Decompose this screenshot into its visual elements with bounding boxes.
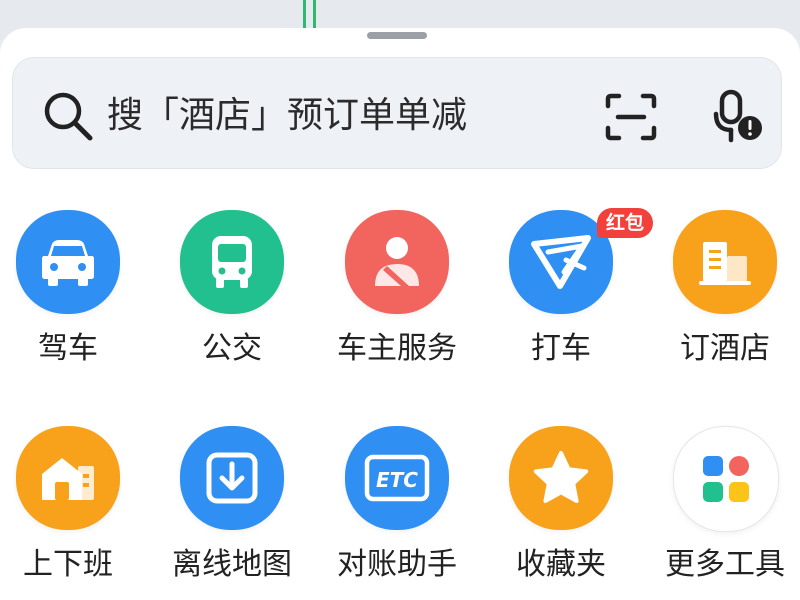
grid-icon [703, 456, 749, 502]
etc-icon-text: ETC [376, 468, 418, 492]
tool-commute-tile[interactable] [16, 426, 120, 530]
tool-commute[interactable]: 上下班 [0, 426, 148, 596]
tool-etc-assistant[interactable]: ETC 对账助手 [317, 426, 477, 596]
tool-offline-map-label: 离线地图 [172, 547, 292, 582]
tool-offline-map-tile[interactable] [180, 426, 284, 530]
scan-icon[interactable] [604, 92, 658, 142]
search-icon [40, 88, 96, 144]
tool-hotel[interactable]: 订酒店 [645, 210, 800, 380]
tool-favorites-tile[interactable] [509, 426, 613, 530]
tool-more-tools-label: 更多工具 [665, 547, 785, 582]
tool-bus-label: 公交 [202, 331, 262, 366]
tool-favorites-label: 收藏夹 [516, 547, 606, 582]
search-input[interactable] [107, 93, 567, 139]
person-icon [375, 237, 419, 286]
tool-etc-assistant-label: 对账助手 [337, 547, 457, 582]
tool-taxi[interactable]: 红包 打车 [481, 208, 654, 380]
tool-owner-service-label: 车主服务 [337, 331, 457, 366]
tool-favorites[interactable]: 收藏夹 [481, 426, 641, 596]
taxi-icon [531, 235, 591, 289]
star-icon [533, 451, 589, 503]
car-icon [42, 240, 94, 286]
tool-etc-assistant-tile[interactable]: ETC [345, 426, 449, 530]
tool-drive[interactable]: 驾车 [0, 210, 148, 380]
tool-more-tools[interactable]: 更多工具 [645, 426, 800, 596]
drag-handle[interactable] [367, 32, 427, 39]
home-icon [42, 458, 94, 500]
etc-icon: ETC [364, 454, 430, 502]
building-icon [699, 242, 751, 285]
download-icon [206, 452, 258, 504]
tool-hotel-tile[interactable] [673, 210, 777, 314]
map-road [313, 0, 316, 28]
tool-drive-tile[interactable] [16, 210, 120, 314]
voice-icon[interactable] [712, 88, 764, 144]
tool-more-tools-tile[interactable] [673, 426, 779, 532]
bus-icon [212, 236, 252, 288]
tool-commute-label: 上下班 [23, 547, 113, 582]
map-road [303, 0, 306, 28]
tool-bus[interactable]: 公交 [152, 210, 312, 380]
tool-owner-service-tile[interactable] [345, 210, 449, 314]
tool-owner-service[interactable]: 车主服务 [317, 210, 477, 380]
tool-drive-label: 驾车 [38, 331, 98, 366]
tool-offline-map[interactable]: 离线地图 [152, 426, 312, 596]
tool-bus-tile[interactable] [180, 210, 284, 314]
tool-hotel-label: 订酒店 [680, 331, 770, 366]
tool-taxi-label: 打车 [531, 331, 591, 366]
